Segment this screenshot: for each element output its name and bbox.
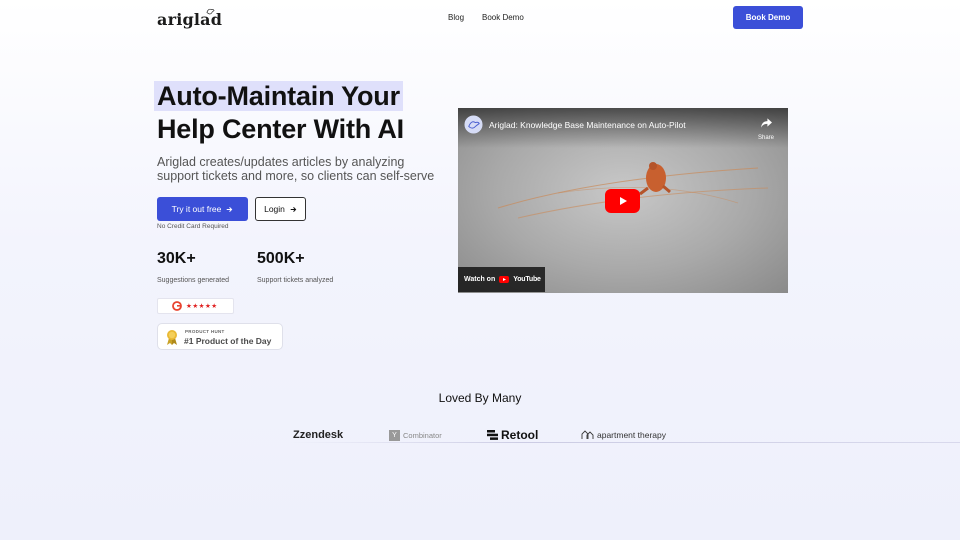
y-combinator-wordmark: Combinator xyxy=(403,430,442,440)
section-divider xyxy=(290,442,960,443)
badge-kicker: PRODUCT HUNT xyxy=(185,329,225,334)
loved-by-heading: Loved By Many xyxy=(438,391,522,405)
youtube-logo-icon xyxy=(499,276,510,283)
watch-on-youtube-button[interactable]: Watch on YouTube xyxy=(458,267,545,292)
g2-logo-icon xyxy=(172,301,182,311)
badge-title: #1 Product of the Day xyxy=(184,336,272,346)
headline-line-2: Help Center With AI xyxy=(157,114,404,144)
stat-label-tickets: Support tickets analyzed xyxy=(257,277,334,284)
y-combinator-mark: Y xyxy=(389,429,400,441)
stat-value-tickets: 500K+ xyxy=(257,250,305,267)
page-title: Auto-Maintain Your Help Center With AI xyxy=(154,80,404,146)
share-button[interactable]: Share xyxy=(758,115,774,141)
retool-wordmark: Retool xyxy=(501,428,539,442)
g2-rating-badge[interactable]: ★★★★★ xyxy=(157,298,234,314)
nav-link-book-demo[interactable]: Book Demo xyxy=(482,13,524,22)
bird-logo-icon xyxy=(206,8,215,15)
apartment-therapy-mark-icon xyxy=(581,430,594,439)
zendesk-wordmark: zendesk xyxy=(299,429,344,441)
share-icon xyxy=(760,118,772,128)
retool-mark-icon xyxy=(487,430,498,440)
arrow-right-icon xyxy=(227,206,233,212)
medal-icon xyxy=(167,330,177,345)
y-combinator-logo: Y Combinator xyxy=(389,428,442,442)
arrow-right-icon xyxy=(290,206,297,212)
video-player[interactable]: Ariglad: Knowledge Base Maintenance on A… xyxy=(458,108,788,293)
play-icon xyxy=(619,197,627,205)
zendesk-logo: Z zendesk xyxy=(293,428,343,442)
share-label: Share xyxy=(758,135,775,141)
play-button[interactable] xyxy=(605,189,640,213)
channel-avatar-icon[interactable] xyxy=(464,115,483,134)
top-nav: ariglad Blog Book Demo Book Demo xyxy=(0,0,960,36)
try-free-button[interactable]: Try it out free xyxy=(157,197,248,221)
apartment-therapy-wordmark: apartment therapy xyxy=(597,430,666,440)
nav-link-blog[interactable]: Blog xyxy=(448,13,464,22)
try-free-label: Try it out free xyxy=(171,204,222,214)
apartment-therapy-logo: apartment therapy xyxy=(581,428,666,442)
stat-value-suggestions: 30K+ xyxy=(157,250,196,267)
login-button[interactable]: Login xyxy=(255,197,306,221)
login-label: Login xyxy=(264,204,285,214)
retool-logo: Retool xyxy=(487,428,538,442)
video-title[interactable]: Ariglad: Knowledge Base Maintenance on A… xyxy=(489,120,686,130)
book-demo-button[interactable]: Book Demo xyxy=(733,6,803,29)
headline-highlight: Auto-Maintain Your xyxy=(154,81,403,111)
zendesk-mark: Z xyxy=(293,429,300,441)
no-credit-card-note: No Credit Card Required xyxy=(157,223,229,230)
youtube-wordmark: YouTube xyxy=(513,276,541,283)
watch-on-label: Watch on xyxy=(464,276,496,283)
stat-label-suggestions: Suggestions generated xyxy=(157,277,229,284)
hero-subheading: Ariglad creates/updates articles by anal… xyxy=(157,155,435,183)
rating-stars: ★★★★★ xyxy=(186,303,218,310)
product-hunt-badge[interactable]: PRODUCT HUNT #1 Product of the Day xyxy=(157,323,283,350)
